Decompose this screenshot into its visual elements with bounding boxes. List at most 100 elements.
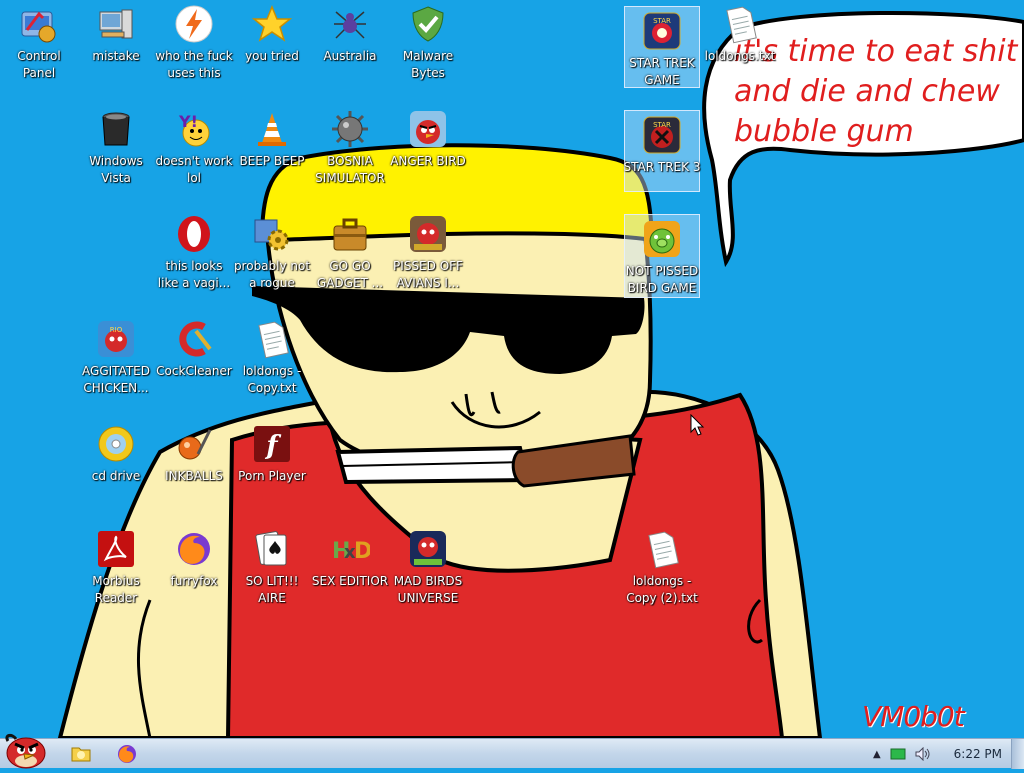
icon-sex-editior[interactable]: HxD SEX EDITIOR (312, 525, 388, 625)
svg-text:STAR: STAR (653, 17, 671, 25)
icon-label: STAR TREK GAME (629, 56, 695, 87)
icon-label: Malware Bytes (402, 49, 454, 80)
icon-label: cd drive (91, 469, 141, 483)
icon-label: INKBALLS (165, 469, 223, 483)
icon-furryfox[interactable]: furryfox (156, 525, 232, 625)
mine-icon (330, 109, 370, 149)
cd-icon (96, 424, 136, 464)
icon-label: Morbius Reader (92, 574, 140, 605)
icon-label: doesn't work lol (155, 154, 233, 185)
firefox-icon (174, 529, 214, 569)
icon-label: probably not a rogue (233, 259, 311, 290)
show-desktop-button[interactable] (1011, 739, 1024, 769)
icon-who-the-fuck-uses-this[interactable]: who the fuck uses this (155, 0, 233, 100)
trash-can-icon (96, 109, 136, 149)
icon-windows-vista[interactable]: Windows Vista (78, 105, 154, 205)
icon-label: furryfox (170, 574, 218, 588)
inkball-icon (174, 424, 214, 464)
icon-pissed-off-avians[interactable]: PISSED OFF AVIANS I... (390, 210, 466, 310)
icon-label: mistake (92, 49, 140, 63)
icon-inkballs[interactable]: INKBALLS (156, 420, 232, 520)
star-icon (252, 4, 292, 44)
icon-beep-beep[interactable]: BEEP BEEP (234, 105, 310, 205)
icon-label: ANGER BIRD (390, 154, 466, 168)
taskbar: ▲ 6:22 PM (0, 733, 1024, 769)
icon-label: Australia (323, 49, 377, 63)
icon-star-trek-3[interactable]: STAR STAR TREK 3 (624, 110, 700, 192)
svg-text:Y!: Y! (178, 112, 198, 131)
clock[interactable]: 6:22 PM (954, 747, 1002, 761)
icon-so-lit-aire[interactable]: SO LIT!!! AIRE (234, 525, 310, 625)
computer-icon (96, 4, 136, 44)
icon-star-trek-game[interactable]: STAR STAR TREK GAME (624, 6, 700, 88)
icon-label: AGGITATED CHICKEN... (82, 364, 150, 395)
icon-loldongs-copy-2[interactable]: loldongs - Copy (2).txt (624, 525, 700, 625)
icon-anger-bird[interactable]: ANGER BIRD (390, 105, 466, 205)
angry-bird-icon (408, 109, 448, 149)
icon-porn-player[interactable]: f Porn Player (234, 420, 310, 520)
icon-label: loldongs.txt (704, 49, 776, 63)
wallpaper-signature: VM0b0t (862, 700, 965, 733)
yahoo-icon: Y! (174, 109, 214, 149)
icon-mad-birds-universe[interactable]: MAD BIRDS UNIVERSE (390, 525, 466, 625)
icon-label: you tried (245, 49, 299, 63)
taskbar-explorer[interactable] (70, 743, 92, 765)
icon-label: Control Panel (17, 49, 61, 80)
text-file-icon (642, 529, 682, 569)
svg-text:RIO: RIO (110, 326, 123, 334)
pdf-reader-icon (96, 529, 136, 569)
icon-label: loldongs - Copy.txt (242, 364, 302, 395)
firefox-icon (118, 745, 136, 763)
spider-icon (330, 4, 370, 44)
chevron-up-icon[interactable]: ▲ (873, 749, 881, 760)
icon-probably-not-a-rogue[interactable]: probably not a rogue (234, 210, 310, 310)
icon-bosnia-simulator[interactable]: BOSNIA SIMULATOR (312, 105, 388, 205)
icon-australia[interactable]: Australia (312, 0, 388, 100)
icon-doesnt-work-lol[interactable]: Y! doesn't work lol (155, 105, 233, 205)
icon-malware-bytes[interactable]: Malware Bytes (390, 0, 466, 100)
icon-label: BOSNIA SIMULATOR (315, 154, 385, 185)
star-wars-game-icon: STAR (642, 115, 682, 155)
network-icon[interactable] (890, 747, 906, 761)
svg-text:D: D (354, 539, 370, 564)
gear-icon (252, 214, 292, 254)
ccleaner-icon (174, 319, 214, 359)
shield-icon (408, 4, 448, 44)
angry-bird-seasons-icon (408, 214, 448, 254)
icon-opera[interactable]: this looks like a vagi... (156, 210, 232, 310)
icon-go-go-gadget[interactable]: GO GO GADGET ... (312, 210, 388, 310)
star-wars-game-icon: STAR (642, 11, 682, 51)
volume-icon[interactable] (915, 747, 931, 761)
hex-editor-icon: HxD (330, 529, 370, 569)
icon-label: who the fuck uses this (155, 49, 233, 80)
svg-text:STAR: STAR (653, 121, 671, 129)
icon-label: PISSED OFF AVIANS I... (393, 259, 463, 290)
traffic-cone-icon (252, 109, 292, 149)
opera-icon (174, 214, 214, 254)
start-button[interactable] (2, 731, 50, 769)
icon-control-panel[interactable]: Control Panel (1, 0, 77, 100)
text-file-icon (252, 319, 292, 359)
taskbar-firefox[interactable] (116, 743, 138, 765)
icon-not-pissed-bird-game[interactable]: NOT PISSED BIRD GAME (624, 214, 700, 298)
icon-you-tried[interactable]: you tried (234, 0, 310, 100)
icon-label: GO GO GADGET ... (316, 259, 384, 290)
text-file-icon (720, 4, 760, 44)
icon-mistake[interactable]: mistake (78, 0, 154, 100)
control-panel-icon (19, 4, 59, 44)
icon-label: Porn Player (238, 469, 306, 483)
icon-label: CockCleaner (156, 364, 232, 378)
flash-icon: f (252, 424, 292, 464)
lightning-icon (174, 4, 214, 44)
icon-label: Windows Vista (89, 154, 143, 185)
icon-cockcleaner[interactable]: CockCleaner (156, 315, 232, 415)
icon-loldongs-copy[interactable]: loldongs - Copy.txt (234, 315, 310, 415)
icon-cd-drive[interactable]: cd drive (78, 420, 154, 520)
icon-label: NOT PISSED BIRD GAME (625, 264, 699, 295)
icon-morbius-reader[interactable]: Morbius Reader (78, 525, 154, 625)
solitaire-icon (252, 529, 292, 569)
mouse-cursor-icon (690, 414, 705, 436)
icon-aggitated-chicken[interactable]: RIO AGGITATED CHICKEN... (78, 315, 154, 415)
icon-label: STAR TREK 3 (623, 160, 701, 174)
icon-loldongs-txt[interactable]: loldongs.txt (702, 0, 778, 100)
